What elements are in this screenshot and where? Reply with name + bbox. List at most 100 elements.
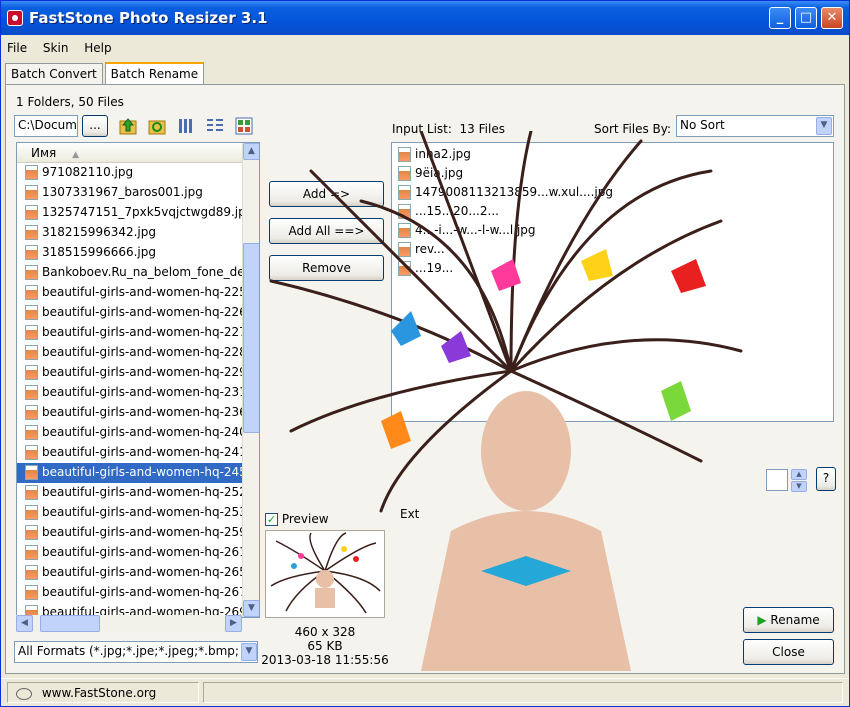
jpg-file-icon [25, 245, 38, 260]
jpg-file-icon [25, 565, 38, 580]
rename-button[interactable]: ▶ Rename [743, 607, 834, 633]
jpg-file-icon [25, 545, 38, 560]
jpg-file-icon [25, 465, 38, 480]
jpg-file-icon [398, 223, 411, 238]
jpg-file-icon [25, 345, 38, 360]
file-list-hscrollbar[interactable]: ◀ ▶ [16, 615, 242, 632]
up-folder-icon[interactable] [118, 116, 138, 136]
preview-label: Preview [281, 512, 329, 526]
spin-down-arrow[interactable]: ▼ [791, 481, 807, 492]
close-button[interactable]: Close [743, 639, 834, 665]
maximize-button[interactable]: □ [795, 7, 817, 29]
input-list-item[interactable]: ...19... [392, 259, 833, 278]
status-cell-main [203, 682, 843, 703]
format-dropdown-arrow[interactable]: ▼ [241, 643, 257, 661]
help-button[interactable]: ? [816, 467, 836, 491]
preview-checkbox[interactable]: ✓ [265, 513, 278, 526]
tab-batch-convert[interactable]: Batch Convert [5, 63, 103, 84]
jpg-file-icon [398, 261, 411, 276]
window-title: FastStone Photo Resizer 3.1 [29, 9, 268, 27]
spin-up-arrow[interactable]: ▲ [791, 469, 807, 480]
details-view-icon[interactable] [205, 116, 225, 136]
input-list-item[interactable]: 1479008113213859...w.xul....jpg [392, 183, 833, 202]
jpg-file-icon [25, 205, 38, 220]
add-button[interactable]: Add => [269, 181, 384, 207]
hscroll-thumb[interactable] [40, 615, 100, 632]
file-list-item[interactable]: beautiful-girls-and-women-hq-245. [17, 463, 243, 483]
file-list-item[interactable]: beautiful-girls-and-women-hq-259. [17, 523, 243, 543]
input-list-label: Input List: 13 Files [392, 122, 505, 136]
preview-thumbnail [265, 530, 385, 618]
list-view-icon[interactable] [176, 116, 196, 136]
browse-button[interactable]: ... [82, 115, 108, 137]
thumbnail-view-icon[interactable] [234, 116, 254, 136]
remove-button[interactable]: Remove [269, 255, 384, 281]
file-list-item[interactable]: beautiful-girls-and-women-hq-253. [17, 503, 243, 523]
jpg-file-icon [25, 485, 38, 500]
minimize-button[interactable]: _ [769, 7, 791, 29]
play-icon: ▶ [757, 613, 767, 627]
input-list-item[interactable]: inna2.jpg [392, 145, 833, 164]
jpg-file-icon [398, 204, 411, 219]
menu-bar: File Skin Help [1, 39, 118, 59]
file-list-item[interactable]: beautiful-girls-and-women-hq-236. [17, 403, 243, 423]
file-list-item[interactable]: 1307331967_baros001.jpg [17, 183, 243, 203]
file-list-item[interactable]: beautiful-girls-and-women-hq-231. [17, 383, 243, 403]
app-window: FastStone Photo Resizer 3.1 _ □ ✕ File S… [0, 0, 850, 707]
file-list-item[interactable]: beautiful-girls-and-women-hq-228. [17, 343, 243, 363]
scroll-thumb[interactable] [243, 243, 259, 433]
scroll-left-arrow[interactable]: ◀ [16, 615, 33, 632]
scroll-right-arrow[interactable]: ▶ [225, 615, 242, 632]
scroll-up-arrow[interactable]: ▲ [243, 143, 259, 160]
file-list-item[interactable]: beautiful-girls-and-women-hq-227. [17, 323, 243, 343]
file-list-item[interactable]: 1325747151_7pxk5vqjctwgd89.jpe [17, 203, 243, 223]
input-list-item[interactable]: rev... [392, 240, 833, 259]
scroll-down-arrow[interactable]: ▼ [243, 600, 259, 617]
title-bar[interactable]: FastStone Photo Resizer 3.1 _ □ ✕ [1, 1, 849, 35]
jpg-file-icon [25, 265, 38, 280]
jpg-file-icon [25, 285, 38, 300]
path-input[interactable]: C:\Docume [14, 115, 78, 137]
jpg-file-icon [25, 325, 38, 340]
file-list-item[interactable]: beautiful-girls-and-women-hq-265. [17, 563, 243, 583]
ext-label: Ext [400, 507, 420, 521]
preview-toggle[interactable]: ✓ Preview [265, 512, 329, 526]
file-list-item[interactable]: 971082110.jpg [17, 163, 243, 183]
file-list-item[interactable]: beautiful-girls-and-women-hq-229. [17, 363, 243, 383]
file-list-item[interactable]: beautiful-girls-and-women-hq-226. [17, 303, 243, 323]
file-list-item[interactable]: beautiful-girls-and-women-hq-267. [17, 583, 243, 603]
menu-file[interactable]: File [1, 39, 33, 57]
file-list-item[interactable]: beautiful-girls-and-women-hq-241. [17, 443, 243, 463]
tab-batch-rename[interactable]: Batch Rename [104, 62, 205, 85]
file-list-item[interactable]: 318515996666.jpg [17, 243, 243, 263]
menu-skin[interactable]: Skin [37, 39, 75, 57]
file-list-item[interactable]: 318215996342.jpg [17, 223, 243, 243]
sort-dropdown-arrow[interactable]: ▼ [816, 117, 832, 135]
input-list-item[interactable]: 9ёia.jpg [392, 164, 833, 183]
format-filter-select[interactable]: All Formats (*.jpg;*.jpe;*.jpeg;*.bmp; [14, 641, 258, 663]
sort-select[interactable]: No Sort [676, 115, 834, 137]
file-list-item[interactable]: Bankoboev.Ru_na_belom_fone_de [17, 263, 243, 283]
preview-image [266, 531, 384, 617]
jpg-file-icon [398, 166, 411, 181]
refresh-icon[interactable] [147, 116, 167, 136]
add-all-button[interactable]: Add All ==> [269, 218, 384, 244]
file-browser-list[interactable]: Имя ▲ 971082110.jpg 1307331967_baros001.j… [16, 142, 260, 618]
input-list-item[interactable]: 4...-i...-w...-l-w...l.jpg [392, 221, 833, 240]
input-file-list[interactable]: inna2.jpg 9ёia.jpg 1479008113213859...w.xu… [391, 142, 834, 422]
menu-help[interactable]: Help [78, 39, 117, 57]
jpg-file-icon [25, 165, 38, 180]
jpg-file-icon [25, 385, 38, 400]
file-list-item[interactable]: beautiful-girls-and-women-hq-225. [17, 283, 243, 303]
column-header-name[interactable]: Имя ▲ [17, 143, 259, 163]
app-icon [7, 10, 23, 26]
file-list-item[interactable]: beautiful-girls-and-women-hq-261. [17, 543, 243, 563]
jpg-file-icon [25, 225, 38, 240]
input-list-item[interactable]: ...15...20...2... [392, 202, 833, 221]
file-list-item[interactable]: beautiful-girls-and-women-hq-240. [17, 423, 243, 443]
file-list-item[interactable]: beautiful-girls-and-women-hq-252. [17, 483, 243, 503]
file-list-vscrollbar[interactable]: ▲ ▼ [242, 143, 259, 617]
folder-summary: 1 Folders, 50 Files [16, 95, 124, 109]
close-window-button[interactable]: ✕ [821, 7, 843, 29]
sequence-input[interactable] [766, 469, 788, 491]
